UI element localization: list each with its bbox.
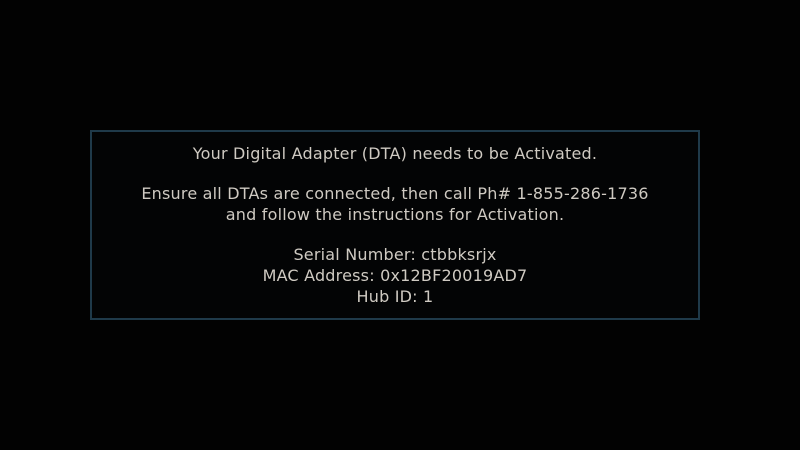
instruction-text-line1: Ensure all DTAs are connected, then call… bbox=[141, 184, 649, 203]
activation-heading: Your Digital Adapter (DTA) needs to be A… bbox=[192, 144, 598, 163]
serial-number: Serial Number: ctbbksrjx bbox=[293, 245, 497, 264]
activation-dialog: Your Digital Adapter (DTA) needs to be A… bbox=[90, 130, 700, 320]
tv-screen: Your Digital Adapter (DTA) needs to be A… bbox=[0, 0, 800, 450]
hub-id: Hub ID: 1 bbox=[356, 287, 434, 306]
instruction-text-line2: and follow the instructions for Activati… bbox=[225, 205, 565, 224]
mac-address: MAC Address: 0x12BF20019AD7 bbox=[262, 266, 528, 285]
